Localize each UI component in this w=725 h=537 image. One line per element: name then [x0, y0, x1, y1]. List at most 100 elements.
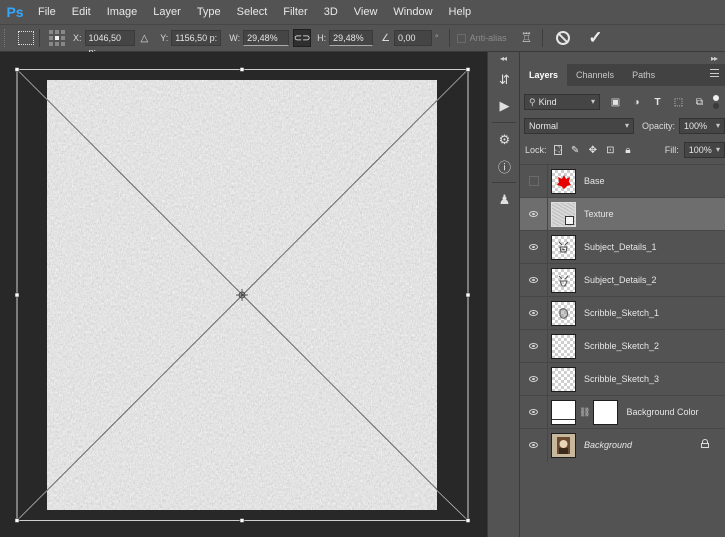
chevron-down-icon: ▾	[715, 145, 720, 154]
info-icon[interactable]: ⓘ	[496, 158, 513, 176]
transform-handle[interactable]	[239, 67, 245, 72]
image-filter-icon[interactable]: ▣	[610, 97, 621, 108]
visibility-toggle[interactable]	[520, 395, 548, 429]
visibility-toggle[interactable]	[520, 428, 548, 462]
lock-artboard-icon[interactable]: ⊡	[606, 145, 616, 156]
layer-thumbnail	[551, 432, 576, 458]
link-icon[interactable]: ⊂⊃	[293, 29, 312, 47]
tab-channels[interactable]: Channels	[567, 64, 623, 86]
rotation-field[interactable]: 0,00	[394, 30, 433, 46]
lock-label: Lock:	[525, 145, 547, 155]
height-field[interactable]: 29,48%	[329, 30, 374, 46]
eye-icon	[529, 376, 538, 382]
opacity-field[interactable]: 100% ▾	[679, 118, 725, 134]
fill-field[interactable]: 100% ▾	[683, 142, 725, 158]
commit-icon[interactable]: ✓	[588, 28, 602, 48]
layer-row[interactable]: Scribble_Sketch_3	[520, 362, 725, 396]
chain-link-icon[interactable]: ⛓	[579, 407, 590, 418]
visibility-toggle[interactable]	[520, 164, 548, 198]
visibility-toggle[interactable]	[520, 230, 548, 264]
visibility-toggle[interactable]	[520, 329, 548, 363]
adjustment-filter-icon[interactable]: ◑	[631, 97, 642, 108]
grip-handle[interactable]	[4, 29, 10, 47]
lock-brush-icon[interactable]: ✎	[570, 145, 580, 156]
lock-transparent-icon[interactable]	[553, 145, 563, 155]
blend-mode-select[interactable]: Normal ▾	[524, 118, 634, 134]
filter-toggle-icon[interactable]	[713, 95, 719, 109]
collapse-arrows-icon[interactable]: ▸▸	[711, 54, 718, 63]
menu-layer[interactable]: Layer	[145, 0, 189, 24]
layer-row[interactable]: Texture	[520, 197, 725, 231]
layer-row[interactable]: Background	[520, 428, 725, 462]
transform-handle[interactable]	[465, 292, 471, 298]
opacity-value: 100%	[684, 121, 708, 131]
layer-row[interactable]: Subject_Details_1	[520, 230, 725, 264]
filter-kind-select[interactable]: ⚲ Kind ▾	[524, 94, 600, 110]
divider	[492, 182, 516, 183]
menu-edit[interactable]: Edit	[64, 0, 99, 24]
transform-tool-icon[interactable]	[18, 31, 34, 45]
tab-layers[interactable]: Layers	[520, 64, 568, 86]
transform-handle[interactable]	[465, 518, 471, 523]
warp-icon[interactable]: ♖	[521, 30, 533, 46]
eye-icon	[529, 442, 538, 448]
layer-row[interactable]: Subject_Details_2	[520, 263, 725, 297]
menu-image[interactable]: Image	[99, 0, 146, 24]
visibility-toggle[interactable]	[520, 263, 548, 297]
reference-point-icon[interactable]	[49, 30, 65, 46]
lock-move-icon[interactable]: ✥	[588, 145, 598, 156]
transform-handle[interactable]	[14, 67, 20, 72]
separator	[39, 29, 40, 47]
menu-select[interactable]: Select	[229, 0, 276, 24]
layer-row[interactable]: Base	[520, 164, 725, 198]
width-field[interactable]: 29,48%	[243, 30, 290, 46]
antialias-checkbox[interactable]	[456, 33, 466, 43]
fill-label: Fill:	[664, 145, 679, 155]
cancel-icon[interactable]	[556, 31, 571, 45]
clone-source-icon[interactable]: ♟	[496, 192, 513, 209]
visibility-toggle[interactable]	[520, 362, 548, 396]
tab-paths[interactable]: Paths	[623, 64, 664, 86]
menu-3d[interactable]: 3D	[316, 0, 346, 24]
canvas-area[interactable]	[0, 52, 487, 537]
transform-handle[interactable]	[14, 292, 20, 298]
photoshop-logo[interactable]: Ps	[0, 0, 30, 24]
type-filter-icon[interactable]: T	[652, 97, 663, 108]
collapse-arrows-icon[interactable]: ◂◂	[500, 54, 507, 63]
menu-type[interactable]: Type	[189, 0, 229, 24]
x-position-field[interactable]: 1046,50 p:	[84, 30, 135, 57]
menu-help[interactable]: Help	[441, 0, 480, 24]
layer-row[interactable]: Scribble_Sketch_2	[520, 329, 725, 363]
menu-window[interactable]: Window	[385, 0, 440, 24]
smart-object-filter-icon[interactable]: ⧉	[694, 97, 705, 108]
history-icon[interactable]: ⇵	[496, 72, 513, 89]
transform-handle[interactable]	[14, 518, 20, 523]
play-actions-icon[interactable]: ▶	[496, 98, 513, 115]
layer-name: Texture	[584, 209, 614, 219]
menu-filter[interactable]: Filter	[275, 0, 315, 24]
properties-icon[interactable]: ⚙	[496, 132, 513, 149]
sketch-thumbnail-icon	[558, 275, 569, 286]
layer-mask-thumbnail[interactable]	[593, 399, 619, 425]
menu-view[interactable]: View	[346, 0, 386, 24]
separator	[542, 29, 544, 47]
blend-row: Normal ▾ Opacity: 100% ▾	[520, 118, 725, 134]
transform-box[interactable]	[0, 52, 487, 537]
chevron-down-icon: ▾	[624, 121, 629, 130]
layer-row[interactable]: ⛓ Background Color	[520, 395, 725, 429]
transform-handle[interactable]	[239, 518, 245, 523]
shape-filter-icon[interactable]: ⬚	[673, 97, 684, 108]
panel-menu-icon[interactable]	[710, 69, 719, 77]
height-label: H:	[317, 33, 327, 43]
visibility-toggle[interactable]	[520, 296, 548, 330]
layers-list: Base Texture Subject_Details_1 Subject_D…	[520, 164, 725, 462]
transform-handle[interactable]	[465, 67, 471, 72]
y-position-field[interactable]: 1156,50 p:	[171, 30, 222, 46]
layer-row[interactable]: Scribble_Sketch_1	[520, 296, 725, 330]
triangle-icon[interactable]: △	[141, 33, 149, 44]
lock-all-icon[interactable]: 🔒︎	[623, 145, 633, 156]
visibility-toggle[interactable]	[520, 197, 548, 231]
panel-dock-strip: ◂◂ ⇵ ▶ ⚙ ⓘ ♟	[487, 52, 520, 537]
menu-file[interactable]: File	[30, 0, 64, 24]
layer-name: Subject_Details_1	[584, 242, 657, 252]
